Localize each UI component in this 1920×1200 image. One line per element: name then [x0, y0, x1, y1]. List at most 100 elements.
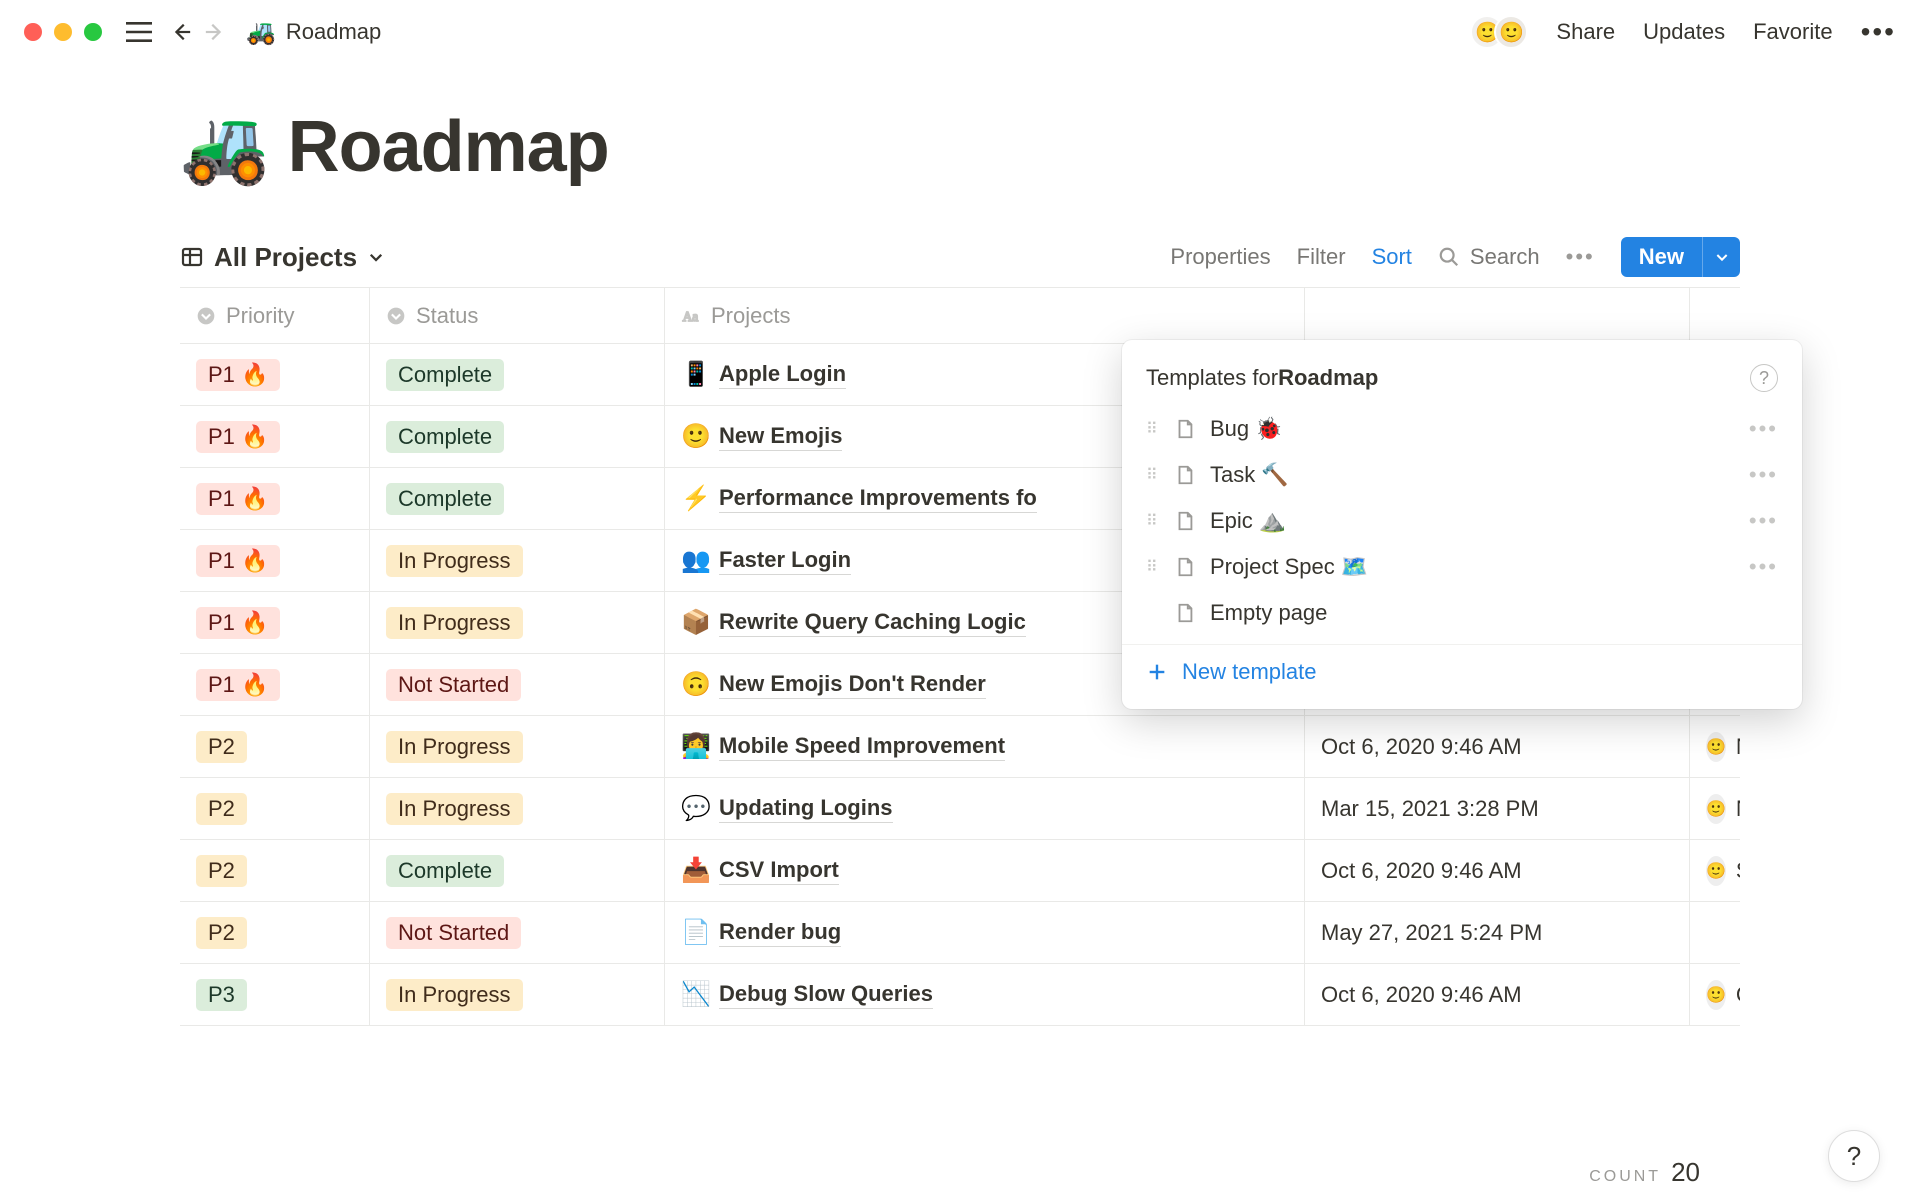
drag-handle-icon[interactable]: ⠿ [1146, 557, 1160, 577]
template-label: Task 🔨 [1210, 462, 1289, 488]
more-icon[interactable]: ••• [1861, 16, 1896, 48]
page-title-emoji[interactable]: 🚜 [180, 104, 270, 189]
new-button-dropdown[interactable] [1702, 237, 1740, 277]
template-label: Epic ⛰️ [1210, 508, 1286, 534]
new-button-label: New [1621, 237, 1702, 277]
cell-owner[interactable]: 🙂Nate [1690, 716, 1740, 777]
favorite-button[interactable]: Favorite [1753, 19, 1832, 45]
page-icon [1174, 464, 1196, 486]
cell-project[interactable]: 📄 Render bug [665, 902, 1305, 963]
cell-date[interactable]: May 27, 2021 5:24 PM [1305, 902, 1690, 963]
table-row[interactable]: P2 In Progress 👩‍💻 Mobile Speed Improvem… [180, 716, 1740, 778]
popover-header-prefix: Templates for [1146, 365, 1278, 391]
sort-button[interactable]: Sort [1372, 244, 1412, 270]
template-more-icon[interactable]: ••• [1749, 416, 1778, 442]
cell-owner[interactable]: 🙂Cory [1690, 964, 1740, 1025]
cell-status[interactable]: In Progress [370, 592, 665, 653]
properties-button[interactable]: Properties [1170, 244, 1270, 270]
cell-status[interactable]: In Progress [370, 530, 665, 591]
help-icon[interactable]: ? [1750, 364, 1778, 392]
table-row[interactable]: P2 Complete 📥 CSV Import Oct 6, 2020 9:4… [180, 840, 1740, 902]
presence-avatars[interactable]: 🙂 🙂 [1470, 15, 1528, 49]
cell-status[interactable]: Not Started [370, 654, 665, 715]
cell-priority[interactable]: P1 🔥 [180, 406, 370, 467]
cell-project[interactable]: 💬 Updating Logins [665, 778, 1305, 839]
nav-forward-button[interactable] [198, 15, 232, 49]
breadcrumb-title: Roadmap [286, 19, 381, 45]
cell-date[interactable]: Oct 6, 2020 9:46 AM [1305, 964, 1690, 1025]
cell-owner[interactable]: 🙂Simon [1690, 840, 1740, 901]
column-header-priority[interactable]: Priority [180, 288, 370, 343]
cell-owner[interactable] [1690, 902, 1740, 963]
table-row[interactable]: P2 In Progress 💬 Updating Logins Mar 15,… [180, 778, 1740, 840]
cell-priority[interactable]: P1 🔥 [180, 592, 370, 653]
project-emoji: 🙃 [681, 670, 709, 699]
nav-back-button[interactable] [164, 15, 198, 49]
cell-priority[interactable]: P1 🔥 [180, 654, 370, 715]
window-close-button[interactable] [24, 23, 42, 41]
cell-project[interactable]: 📥 CSV Import [665, 840, 1305, 901]
filter-button[interactable]: Filter [1297, 244, 1346, 270]
template-item[interactable]: Empty page [1122, 590, 1802, 636]
search-button[interactable]: Search [1438, 244, 1540, 270]
cell-status[interactable]: In Progress [370, 964, 665, 1025]
page-title[interactable]: Roadmap [288, 106, 609, 188]
share-button[interactable]: Share [1556, 19, 1615, 45]
column-header-projects[interactable]: Aa Projects [665, 288, 1305, 343]
priority-pill: P2 [196, 731, 247, 763]
cell-owner[interactable]: 🙂Nate [1690, 778, 1740, 839]
help-fab[interactable]: ? [1828, 1130, 1880, 1182]
cell-project[interactable]: 👩‍💻 Mobile Speed Improvement [665, 716, 1305, 777]
table-row[interactable]: P2 Not Started 📄 Render bug May 27, 2021… [180, 902, 1740, 964]
template-item[interactable]: ⠿ Bug 🐞 ••• [1122, 406, 1802, 452]
cell-status[interactable]: In Progress [370, 716, 665, 777]
cell-project[interactable]: 📉 Debug Slow Queries [665, 964, 1305, 1025]
drag-handle-icon[interactable]: ⠿ [1146, 419, 1160, 439]
cell-priority[interactable]: P2 [180, 840, 370, 901]
template-item[interactable]: ⠿ Project Spec 🗺️ ••• [1122, 544, 1802, 590]
window-minimize-button[interactable] [54, 23, 72, 41]
template-more-icon[interactable]: ••• [1749, 462, 1778, 488]
priority-pill: P2 [196, 855, 247, 887]
cell-date[interactable]: Oct 6, 2020 9:46 AM [1305, 716, 1690, 777]
template-more-icon[interactable]: ••• [1749, 508, 1778, 534]
priority-pill: P1 🔥 [196, 359, 280, 391]
drag-handle-icon[interactable]: ⠿ [1146, 465, 1160, 485]
cell-priority[interactable]: P3 [180, 964, 370, 1025]
new-template-button[interactable]: New template [1122, 644, 1802, 701]
cell-priority[interactable]: P2 [180, 716, 370, 777]
cell-status[interactable]: Complete [370, 406, 665, 467]
window-maximize-button[interactable] [84, 23, 102, 41]
cell-status[interactable]: Complete [370, 344, 665, 405]
topbar: 🚜 Roadmap 🙂 🙂 Share Updates Favorite ••• [0, 0, 1920, 64]
template-item[interactable]: ⠿ Epic ⛰️ ••• [1122, 498, 1802, 544]
cell-status[interactable]: Not Started [370, 902, 665, 963]
table-row[interactable]: P3 In Progress 📉 Debug Slow Queries Oct … [180, 964, 1740, 1026]
column-header-owner[interactable] [1690, 288, 1740, 343]
cell-status[interactable]: Complete [370, 840, 665, 901]
cell-date[interactable]: Oct 6, 2020 9:46 AM [1305, 840, 1690, 901]
cell-priority[interactable]: P1 🔥 [180, 344, 370, 405]
project-emoji: 👩‍💻 [681, 732, 709, 761]
project-emoji: ⚡ [681, 484, 709, 513]
template-more-icon[interactable]: ••• [1749, 554, 1778, 580]
updates-button[interactable]: Updates [1643, 19, 1725, 45]
cell-status[interactable]: Complete [370, 468, 665, 529]
cell-priority[interactable]: P1 🔥 [180, 530, 370, 591]
cell-date[interactable]: Mar 15, 2021 3:28 PM [1305, 778, 1690, 839]
column-header-date[interactable] [1305, 288, 1690, 343]
view-more-icon[interactable]: ••• [1566, 244, 1595, 270]
drag-handle-icon[interactable]: ⠿ [1146, 511, 1160, 531]
breadcrumb[interactable]: 🚜 Roadmap [246, 18, 381, 47]
project-name: New Emojis Don't Render [719, 671, 986, 699]
new-button[interactable]: New [1621, 237, 1740, 277]
cell-priority[interactable]: P2 [180, 902, 370, 963]
template-item[interactable]: ⠿ Task 🔨 ••• [1122, 452, 1802, 498]
column-header-status[interactable]: Status [370, 288, 665, 343]
cell-priority[interactable]: P2 [180, 778, 370, 839]
menu-icon[interactable] [122, 15, 156, 49]
column-header-label: Projects [711, 303, 790, 329]
cell-priority[interactable]: P1 🔥 [180, 468, 370, 529]
view-selector[interactable]: All Projects [180, 242, 385, 273]
cell-status[interactable]: In Progress [370, 778, 665, 839]
